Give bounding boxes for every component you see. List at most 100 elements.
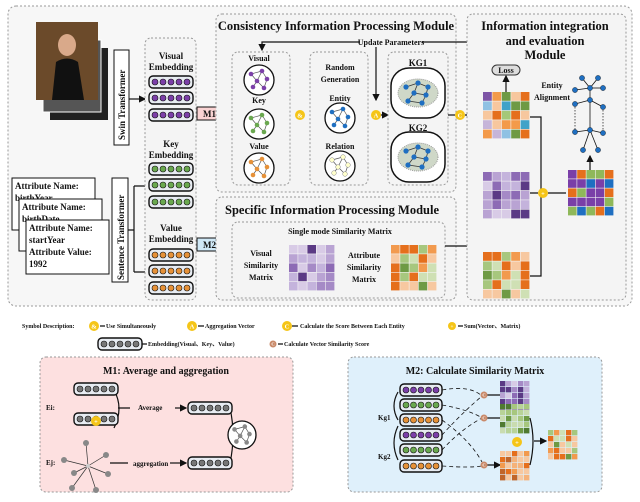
tree-node xyxy=(587,127,593,133)
embedding-dot xyxy=(206,404,214,412)
matrix-cell xyxy=(492,280,502,289)
matrix-cell xyxy=(560,442,566,448)
matrix-cell xyxy=(548,430,554,436)
matrix-cell xyxy=(500,428,506,434)
embedding-vector xyxy=(399,383,443,397)
matrix-cell xyxy=(511,200,520,209)
kg-node xyxy=(405,162,411,168)
graph-node xyxy=(261,129,267,135)
matrix-cell xyxy=(483,172,492,181)
embedding-dot xyxy=(159,198,167,206)
matrix-cell xyxy=(586,188,595,197)
kg1-graph-icon xyxy=(390,67,446,119)
matrix-cell xyxy=(568,197,577,207)
matrix-cell xyxy=(500,422,506,428)
symbol-glyph: C xyxy=(458,112,463,119)
legend-use-simultaneously: Use Simultaneously xyxy=(106,324,156,330)
m2-tag-label: M2 xyxy=(203,240,216,250)
embedding-dot xyxy=(206,459,214,467)
embedding-vector xyxy=(148,108,194,122)
matrix-cell xyxy=(501,190,511,200)
and-icon: & xyxy=(295,110,305,120)
tree-node xyxy=(587,97,593,103)
tree-node xyxy=(595,147,601,153)
embedding-dot xyxy=(183,111,191,119)
matrix-cell xyxy=(524,422,530,428)
matrix-cell xyxy=(524,399,530,405)
matrix-cell xyxy=(524,387,530,393)
aggregate-icon: A xyxy=(371,110,381,120)
matrix-cell xyxy=(518,422,524,428)
matrix-cell xyxy=(506,410,512,416)
matrix-cell xyxy=(548,436,554,442)
matrix-cell xyxy=(316,281,326,291)
embedding-dot xyxy=(432,401,440,409)
matrix-cell xyxy=(307,263,316,272)
legend-title: Symbol Description: xyxy=(22,324,75,330)
embedding-dot xyxy=(432,446,440,454)
matrix-cell xyxy=(512,451,518,457)
graph-node xyxy=(264,164,270,170)
graph-node xyxy=(331,122,337,128)
attribute-card-line: Attribute Name: xyxy=(29,223,93,233)
graph-node xyxy=(250,172,256,178)
embedding-dot xyxy=(151,267,159,275)
tree-node xyxy=(572,101,578,107)
matrix-cell xyxy=(316,245,326,254)
embedding-dot xyxy=(183,251,191,259)
attribute-similarity-matrix xyxy=(391,245,437,291)
matrix-cell xyxy=(409,272,418,282)
embedding-vector xyxy=(399,428,443,442)
symbol-glyph: C xyxy=(271,342,274,347)
embedding-dot xyxy=(175,267,183,275)
tree-node xyxy=(587,85,593,91)
embedding-dot xyxy=(108,385,116,393)
matrix-cell xyxy=(400,281,409,291)
matrix-cell xyxy=(391,281,400,291)
matrix-cell xyxy=(492,172,502,181)
graph-node xyxy=(250,84,256,90)
star-node xyxy=(71,470,77,476)
graph-node xyxy=(264,76,270,82)
matrix-cell xyxy=(501,110,511,120)
matrix-cell xyxy=(298,254,307,263)
graph-node xyxy=(259,112,265,118)
symbol-glyph: + xyxy=(94,418,98,425)
embedding-dot xyxy=(124,340,132,348)
embedding-dot xyxy=(410,416,417,424)
matrix-cell xyxy=(518,393,524,399)
matrix-cell xyxy=(500,404,506,410)
matrix-cell xyxy=(520,110,530,120)
embedding-vector xyxy=(399,398,443,412)
graph-node xyxy=(329,157,335,163)
matrix-cell xyxy=(554,442,560,448)
embedding-dot xyxy=(159,251,167,259)
matrix-cell xyxy=(604,188,614,197)
attribute-card-line: Attribute Value: xyxy=(29,247,92,257)
attribute-card-line: Attribute Name: xyxy=(15,181,79,191)
matrix-cell xyxy=(483,110,492,120)
matrix-cell xyxy=(501,172,511,181)
matrix-cell xyxy=(506,451,512,457)
matrix-cell xyxy=(520,181,530,191)
symbol-glyph: A xyxy=(190,323,195,330)
matrix-cell xyxy=(518,475,524,481)
embedding-dot xyxy=(417,401,425,409)
embedding-dot xyxy=(159,78,167,86)
matrix-cell xyxy=(501,270,511,280)
matrix-cell xyxy=(307,272,316,282)
matrix-cell xyxy=(501,120,511,129)
matrix-cell xyxy=(511,270,520,280)
matrix-cell xyxy=(512,469,518,475)
embedding-dot xyxy=(402,401,410,409)
symbol-glyph: & xyxy=(91,323,97,330)
matrix-cell xyxy=(548,442,554,448)
embedding-dot xyxy=(100,340,108,348)
matrix-cell xyxy=(506,399,512,405)
matrix-cell xyxy=(501,101,511,111)
matrix-cell xyxy=(512,463,518,469)
kg-node xyxy=(415,80,421,86)
matrix-cell xyxy=(500,469,506,475)
matrix-cell xyxy=(418,281,428,291)
matrix-cell xyxy=(524,416,530,422)
